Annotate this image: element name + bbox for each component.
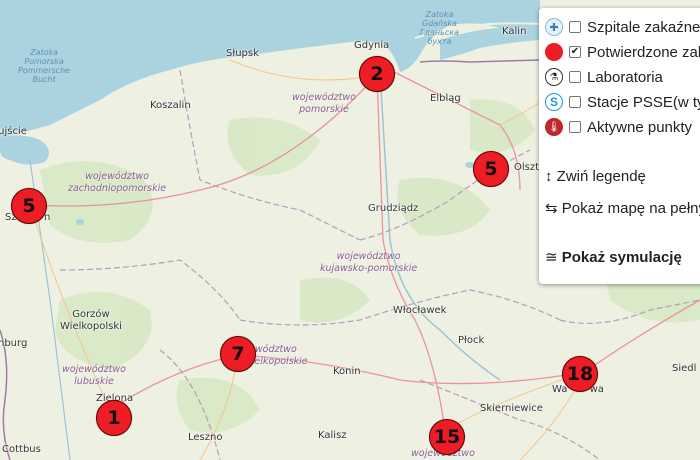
legend-item-labs[interactable]: ⚗ Laboratoria [545,66,663,88]
place-label-ujscie: oujście [0,126,27,137]
region-label-zachodniopomorskie: województwo zachodniopomorskie [68,171,167,194]
collapse-legend-button[interactable]: ↕ Zwiń legendę [545,168,646,185]
legend-label-confirmed: Potwierdzone zakażenia [587,43,700,61]
place-label-cottbus: Cottbus [2,444,41,455]
confirmed-checkbox[interactable]: ✔ [569,46,581,58]
psse-icon: S [545,93,563,111]
region-label-kujawsko: województwo kujawsko-pomorskie [320,251,418,274]
legend-label-labs: Laboratoria [587,68,663,86]
place-label-koszalin: Koszalin [150,100,191,111]
place-label-skierniewice: Skierniewice [480,403,543,414]
case-marker-zielona-gora[interactable]: 1 [96,400,132,436]
hospitals-checkbox[interactable] [569,21,581,33]
place-label-kalisz: Kalisz [318,430,347,441]
fullscreen-arrows-icon: ⇆ [545,200,558,217]
collapse-legend-label: Zwiń legendę [556,168,646,185]
thermometer-icon: 🌡 [545,118,563,136]
active-points-checkbox[interactable] [569,121,581,133]
microscope-icon: ⚗ [545,68,563,86]
legend-label-hospitals: Szpitale zakaźne [587,18,700,36]
water-label-zatoka-pomorska: Zatoka Pomorska Pommersche Bucht [18,48,71,84]
legend-item-confirmed[interactable]: ✔ Potwierdzone zakażenia [545,41,700,63]
place-label-brandenburg: nburg [0,338,28,349]
case-marker-lodz[interactable]: 15 [429,419,465,455]
labs-checkbox[interactable] [569,71,581,83]
water-label-zatoka-gdanska: Zatoka Gdańska Гданьска бухта [420,10,459,46]
fullscreen-map-label: Pokaż mapę na pełnym ekranie [561,200,700,217]
legend-item-hospitals[interactable]: ✚ Szpitale zakaźne [545,16,700,38]
hospital-icon: ✚ [545,18,563,36]
place-label-grudziadz: Grudziądz [368,203,419,214]
place-label-leszno: Leszno [188,432,223,443]
case-marker-gdansk[interactable]: 2 [359,56,395,92]
case-marker-poznan[interactable]: 7 [220,336,256,372]
simulation-icon: ≅ [545,249,558,266]
place-label-slupsk: Słupsk [226,48,259,59]
map-legend: ✚ Szpitale zakaźne ✔ Potwierdzone zakaże… [539,8,700,284]
legend-item-active-points[interactable]: 🌡 Aktywne punkty [545,116,692,138]
place-label-plock: Płock [458,335,485,346]
legend-item-psse[interactable]: S Stacje PSSE(w tym) [545,91,700,113]
place-label-siedlce: Siedl [672,363,697,374]
place-label-wloclawek: Włocławek [393,305,447,316]
fullscreen-map-button[interactable]: ⇆ Pokaż mapę na pełnym ekranie [545,199,700,217]
legend-label-psse: Stacje PSSE(w tym) [587,93,700,111]
place-label-kaliningrad: Kalin [502,26,527,37]
region-label-lubuskie: województwo lubuskie [62,364,126,387]
place-label-gdynia: Gdynia [354,40,390,51]
confirmed-cases-icon [545,43,563,61]
legend-label-active-points: Aktywne punkty [587,118,693,136]
region-label-pomorskie: województwo pomorskie [292,92,356,115]
case-marker-szczecin[interactable]: 5 [11,188,47,224]
place-label-konin: Konin [333,366,361,377]
place-label-gorzow: Gorzów Wielkopolski [60,309,122,332]
case-marker-warszawa[interactable]: 18 [562,356,598,392]
psse-checkbox[interactable] [569,96,581,108]
place-label-elblag: Elbląg [430,93,461,104]
place-label-olsztyn: Olszt [514,162,540,173]
show-simulation-button[interactable]: ≅ Pokaż symulację [545,248,682,266]
collapse-arrow-icon: ↕ [545,168,553,185]
case-marker-olsztyn[interactable]: 5 [473,151,509,187]
show-simulation-label: Pokaż symulację [561,249,682,266]
